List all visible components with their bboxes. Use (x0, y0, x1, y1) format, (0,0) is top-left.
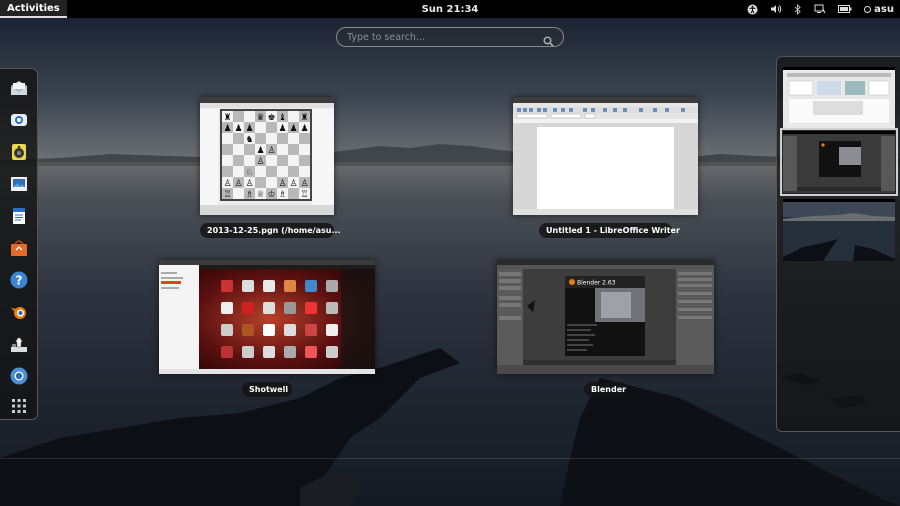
help-icon: ? (10, 271, 28, 289)
blender-icon (11, 307, 26, 319)
blender-splash-title: Blender 2.63 (577, 280, 616, 287)
user-status-icon (864, 5, 872, 13)
svg-text:♗: ♗ (245, 190, 253, 200)
workspace-1[interactable] (783, 67, 895, 129)
svg-text:♗: ♗ (278, 190, 286, 200)
svg-text:♟: ♟ (234, 124, 242, 134)
svg-text:♜: ♜ (300, 113, 308, 123)
window-thumbnail-shotwell[interactable] (159, 260, 375, 374)
speaker-icon (12, 144, 26, 160)
envelope-icon (10, 81, 28, 95)
svg-text:♙: ♙ (223, 179, 231, 189)
chess-icon (11, 337, 27, 352)
workspace-3-preview (783, 199, 895, 261)
user-name: asu (874, 3, 894, 15)
window-label-chess: 2013-12-25.pgn (/home/asu... (200, 223, 341, 238)
wallpaper-rocks (0, 348, 900, 506)
svg-text:♟: ♟ (256, 146, 264, 156)
svg-text:♙: ♙ (267, 146, 275, 156)
search-icon (543, 32, 554, 51)
svg-text:♖: ♖ (223, 190, 231, 200)
svg-text:♙: ♙ (300, 179, 308, 189)
shopping-bag-icon (11, 240, 27, 256)
shotwell-window-content (159, 260, 375, 374)
search-input[interactable] (347, 31, 537, 43)
battery-icon[interactable] (838, 5, 852, 13)
window-thumbnail-writer[interactable] (513, 97, 698, 215)
window-thumbnail-chess[interactable]: ♜ ♛ ♚ ♝ ♜ ♟ ♟ ♟ ♟ ♟ ♟ ♞ ♟ ♙ ♙ ♘ ♙ ♙ ♙ ♙ ♙ ♙ ♖ ♗ ♕ ♔ ♗ ♖ (200, 97, 334, 215)
dash-item-blender[interactable] (6, 299, 32, 325)
chat-icon (11, 114, 27, 126)
svg-text:♟: ♟ (245, 124, 253, 134)
top-bar: Activities Sun 21:34 asu (0, 0, 900, 18)
search-box[interactable] (336, 27, 564, 47)
dash-item-chat[interactable] (6, 107, 32, 133)
dash-item-writer[interactable] (6, 203, 32, 229)
network-icon[interactable] (814, 4, 826, 14)
system-tray: asu (747, 0, 894, 18)
bluetooth-icon[interactable] (794, 3, 802, 15)
activities-button[interactable]: Activities (0, 0, 67, 18)
svg-text:♙: ♙ (245, 179, 253, 189)
document-icon (13, 208, 25, 224)
dash: ? (0, 68, 38, 420)
svg-text:♘: ♘ (245, 168, 253, 178)
dash-item-chromium[interactable] (6, 363, 32, 389)
svg-text:♞: ♞ (245, 135, 253, 145)
photo-viewer-icon (11, 177, 27, 191)
svg-text:♔: ♔ (267, 190, 275, 200)
window-label-blender: Blender (584, 382, 627, 397)
svg-text:♝: ♝ (278, 113, 286, 123)
svg-text:♛: ♛ (256, 113, 264, 123)
user-menu[interactable]: asu (864, 4, 894, 15)
overview-bottom-edge (0, 458, 900, 459)
show-applications-button[interactable] (6, 393, 32, 419)
svg-text:♙: ♙ (234, 179, 242, 189)
dash-item-chess[interactable] (6, 331, 32, 357)
svg-text:♙: ♙ (289, 179, 297, 189)
svg-text:♖: ♖ (300, 190, 308, 200)
svg-text:?: ? (16, 274, 23, 288)
window-thumbnail-blender[interactable]: Blender 2.63 (497, 260, 714, 374)
dash-item-music[interactable] (6, 139, 32, 165)
svg-text:♜: ♜ (223, 113, 231, 123)
dash-item-photos[interactable] (6, 171, 32, 197)
svg-text:♙: ♙ (278, 179, 286, 189)
dash-item-mail[interactable] (6, 75, 32, 101)
window-label-shotwell: Shotwell (242, 382, 292, 397)
workspace-3[interactable] (783, 199, 895, 261)
svg-text:♟: ♟ (300, 124, 308, 134)
chess-window-content: ♜ ♛ ♚ ♝ ♜♟ ♟ ♟ ♟ ♟ ♟♞♟ ♙♙♘♙ ♙ ♙ ♙ ♙ ♙♖ ♗ ♕ ♔ ♗ ♖ (200, 97, 334, 215)
workspace-2-preview (783, 131, 895, 193)
blender-window-content: Blender 2.63 (497, 260, 714, 374)
grid-icon (12, 399, 26, 413)
workspace-switcher (776, 56, 900, 432)
svg-text:♟: ♟ (223, 124, 231, 134)
chromium-icon (10, 367, 28, 385)
svg-text:♟: ♟ (278, 124, 286, 134)
dash-item-help[interactable]: ? (6, 267, 32, 293)
desktop-wallpaper (0, 18, 900, 506)
svg-text:♙: ♙ (256, 157, 264, 167)
writer-window-content (513, 97, 698, 215)
volume-icon[interactable] (770, 4, 782, 14)
svg-text:♕: ♕ (256, 190, 264, 200)
chessboard: ♜ ♛ ♚ ♝ ♜♟ ♟ ♟ ♟ ♟ ♟♞♟ ♙♙♘♙ ♙ ♙ ♙ ♙ ♙♖ ♗ ♕ ♔ ♗ ♖ (222, 111, 310, 200)
accessibility-icon[interactable] (747, 4, 758, 15)
workspace-1-preview (783, 67, 895, 129)
window-label-writer: Untitled 1 - LibreOffice Writer (539, 223, 680, 238)
workspace-2[interactable] (780, 128, 898, 196)
svg-text:♟: ♟ (289, 124, 297, 134)
dash-item-software[interactable] (6, 235, 32, 261)
svg-text:♚: ♚ (267, 113, 275, 123)
